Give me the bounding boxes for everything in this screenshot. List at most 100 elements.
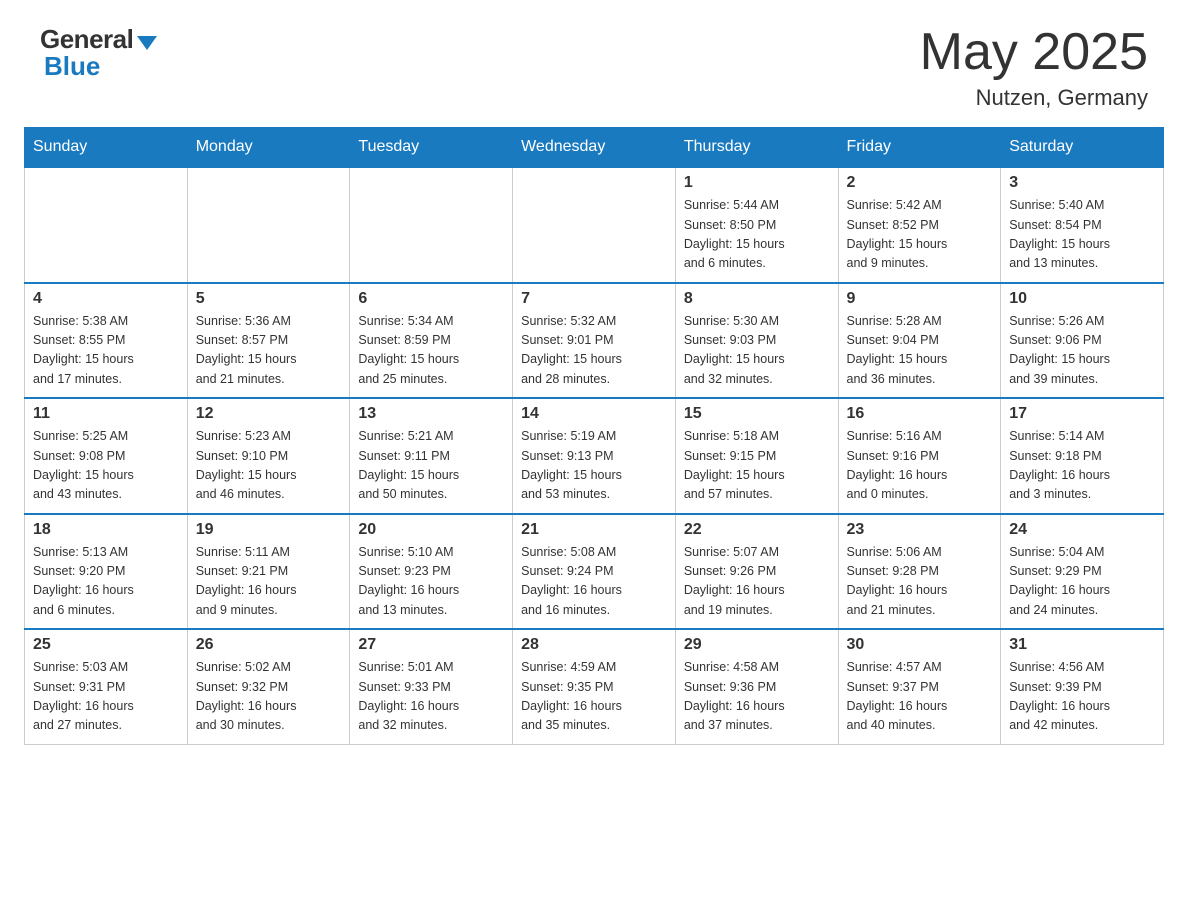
weekday-header-saturday: Saturday (1001, 128, 1164, 168)
day-info: Sunrise: 5:01 AM Sunset: 9:33 PM Dayligh… (358, 658, 504, 736)
day-number: 27 (358, 636, 504, 654)
calendar-cell (25, 167, 188, 283)
calendar-cell: 8Sunrise: 5:30 AM Sunset: 9:03 PM Daylig… (675, 283, 838, 399)
day-number: 7 (521, 290, 667, 308)
day-info: Sunrise: 5:04 AM Sunset: 9:29 PM Dayligh… (1009, 543, 1155, 621)
day-number: 12 (196, 405, 342, 423)
weekday-header-monday: Monday (187, 128, 350, 168)
day-info: Sunrise: 5:38 AM Sunset: 8:55 PM Dayligh… (33, 312, 179, 390)
calendar-cell: 20 Sunrise: 5:10 AM Sunset: 9:23 PM Dayli… (350, 514, 513, 630)
day-info: Sunrise: 5:19 AM Sunset: 9:13 PM Dayligh… (521, 427, 667, 505)
day-info: Sunrise: 5:23 AM Sunset: 9:10 PM Dayligh… (196, 427, 342, 505)
day-number: 30 (847, 636, 993, 654)
calendar-header: SundayMondayTuesdayWednesdayThursdayFrid… (25, 128, 1164, 168)
logo: General Blue (40, 24, 157, 82)
day-number: 16 (847, 405, 993, 423)
day-info: Sunrise: 5:03 AM Sunset: 9:31 PM Dayligh… (33, 658, 179, 736)
calendar-cell: 24 Sunrise: 5:04 AM Sunset: 9:29 PM Dayli… (1001, 514, 1164, 630)
calendar-week-5: 25 Sunrise: 5:03 AM Sunset: 9:31 PM Dayli… (25, 629, 1164, 744)
calendar-cell: 16 Sunrise: 5:16 AM Sunset: 9:16 PM Dayli… (838, 398, 1001, 514)
calendar-cell (350, 167, 513, 283)
weekday-header-wednesday: Wednesday (513, 128, 676, 168)
calendar-container: SundayMondayTuesdayWednesdayThursdayFrid… (0, 127, 1188, 769)
calendar-cell: 2 Sunrise: 5:42 AM Sunset: 8:52 PM Daylig… (838, 167, 1001, 283)
calendar-cell: 27 Sunrise: 5:01 AM Sunset: 9:33 PM Dayli… (350, 629, 513, 744)
logo-arrow-icon (137, 36, 157, 50)
weekday-header-sunday: Sunday (25, 128, 188, 168)
month-title: May 2025 (920, 24, 1148, 81)
day-number: 18 (33, 521, 179, 539)
calendar-week-1: 1 Sunrise: 5:44 AM Sunset: 8:50 PM Daylig… (25, 167, 1164, 283)
calendar-cell: 26 Sunrise: 5:02 AM Sunset: 9:32 PM Dayli… (187, 629, 350, 744)
day-number: 11 (33, 405, 179, 423)
day-info: Sunrise: 4:59 AM Sunset: 9:35 PM Dayligh… (521, 658, 667, 736)
day-info: Sunrise: 5:10 AM Sunset: 9:23 PM Dayligh… (358, 543, 504, 621)
calendar-cell: 18 Sunrise: 5:13 AM Sunset: 9:20 PM Dayli… (25, 514, 188, 630)
day-info: Sunrise: 5:08 AM Sunset: 9:24 PM Dayligh… (521, 543, 667, 621)
day-number: 21 (521, 521, 667, 539)
calendar-cell: 29Sunrise: 4:58 AM Sunset: 9:36 PM Dayli… (675, 629, 838, 744)
day-number: 22 (684, 521, 830, 539)
day-info: Sunrise: 5:32 AM Sunset: 9:01 PM Dayligh… (521, 312, 667, 390)
weekday-row: SundayMondayTuesdayWednesdayThursdayFrid… (25, 128, 1164, 168)
calendar-cell: 14 Sunrise: 5:19 AM Sunset: 9:13 PM Dayli… (513, 398, 676, 514)
calendar-cell: 17Sunrise: 5:14 AM Sunset: 9:18 PM Dayli… (1001, 398, 1164, 514)
day-number: 17 (1009, 405, 1155, 423)
calendar-week-3: 11 Sunrise: 5:25 AM Sunset: 9:08 PM Dayli… (25, 398, 1164, 514)
day-number: 1 (684, 174, 830, 192)
calendar-cell: 28 Sunrise: 4:59 AM Sunset: 9:35 PM Dayli… (513, 629, 676, 744)
calendar-cell: 10 Sunrise: 5:26 AM Sunset: 9:06 PM Dayli… (1001, 283, 1164, 399)
day-number: 28 (521, 636, 667, 654)
day-number: 2 (847, 174, 993, 192)
day-info: Sunrise: 5:16 AM Sunset: 9:16 PM Dayligh… (847, 427, 993, 505)
calendar-cell (187, 167, 350, 283)
day-number: 19 (196, 521, 342, 539)
day-info: Sunrise: 5:30 AM Sunset: 9:03 PM Dayligh… (684, 312, 830, 390)
day-number: 26 (196, 636, 342, 654)
day-number: 10 (1009, 290, 1155, 308)
day-info: Sunrise: 5:34 AM Sunset: 8:59 PM Dayligh… (358, 312, 504, 390)
location-title: Nutzen, Germany (920, 85, 1148, 111)
calendar-cell: 1 Sunrise: 5:44 AM Sunset: 8:50 PM Daylig… (675, 167, 838, 283)
day-info: Sunrise: 5:13 AM Sunset: 9:20 PM Dayligh… (33, 543, 179, 621)
day-info: Sunrise: 5:26 AM Sunset: 9:06 PM Dayligh… (1009, 312, 1155, 390)
day-info: Sunrise: 4:56 AM Sunset: 9:39 PM Dayligh… (1009, 658, 1155, 736)
day-info: Sunrise: 5:18 AM Sunset: 9:15 PM Dayligh… (684, 427, 830, 505)
day-number: 29 (684, 636, 830, 654)
day-number: 24 (1009, 521, 1155, 539)
calendar-cell: 21 Sunrise: 5:08 AM Sunset: 9:24 PM Dayli… (513, 514, 676, 630)
weekday-header-thursday: Thursday (675, 128, 838, 168)
day-info: Sunrise: 5:40 AM Sunset: 8:54 PM Dayligh… (1009, 196, 1155, 274)
day-number: 9 (847, 290, 993, 308)
day-info: Sunrise: 5:06 AM Sunset: 9:28 PM Dayligh… (847, 543, 993, 621)
calendar-cell: 30 Sunrise: 4:57 AM Sunset: 9:37 PM Dayli… (838, 629, 1001, 744)
day-number: 4 (33, 290, 179, 308)
day-number: 5 (196, 290, 342, 308)
logo-blue-text: Blue (40, 51, 100, 82)
day-number: 14 (521, 405, 667, 423)
calendar-cell: 4 Sunrise: 5:38 AM Sunset: 8:55 PM Daylig… (25, 283, 188, 399)
calendar-cell: 23 Sunrise: 5:06 AM Sunset: 9:28 PM Dayli… (838, 514, 1001, 630)
day-info: Sunrise: 5:11 AM Sunset: 9:21 PM Dayligh… (196, 543, 342, 621)
day-info: Sunrise: 5:07 AM Sunset: 9:26 PM Dayligh… (684, 543, 830, 621)
day-number: 15 (684, 405, 830, 423)
day-info: Sunrise: 5:21 AM Sunset: 9:11 PM Dayligh… (358, 427, 504, 505)
calendar-cell: 12 Sunrise: 5:23 AM Sunset: 9:10 PM Dayli… (187, 398, 350, 514)
day-info: Sunrise: 4:57 AM Sunset: 9:37 PM Dayligh… (847, 658, 993, 736)
day-info: Sunrise: 5:25 AM Sunset: 9:08 PM Dayligh… (33, 427, 179, 505)
day-number: 31 (1009, 636, 1155, 654)
day-number: 23 (847, 521, 993, 539)
calendar-cell: 19 Sunrise: 5:11 AM Sunset: 9:21 PM Dayli… (187, 514, 350, 630)
day-info: Sunrise: 5:02 AM Sunset: 9:32 PM Dayligh… (196, 658, 342, 736)
day-info: Sunrise: 5:36 AM Sunset: 8:57 PM Dayligh… (196, 312, 342, 390)
day-info: Sunrise: 5:42 AM Sunset: 8:52 PM Dayligh… (847, 196, 993, 274)
calendar-cell: 31 Sunrise: 4:56 AM Sunset: 9:39 PM Dayli… (1001, 629, 1164, 744)
day-number: 20 (358, 521, 504, 539)
day-number: 3 (1009, 174, 1155, 192)
title-block: May 2025 Nutzen, Germany (920, 24, 1148, 111)
day-info: Sunrise: 5:44 AM Sunset: 8:50 PM Dayligh… (684, 196, 830, 274)
weekday-header-friday: Friday (838, 128, 1001, 168)
day-info: Sunrise: 5:28 AM Sunset: 9:04 PM Dayligh… (847, 312, 993, 390)
day-number: 25 (33, 636, 179, 654)
weekday-header-tuesday: Tuesday (350, 128, 513, 168)
